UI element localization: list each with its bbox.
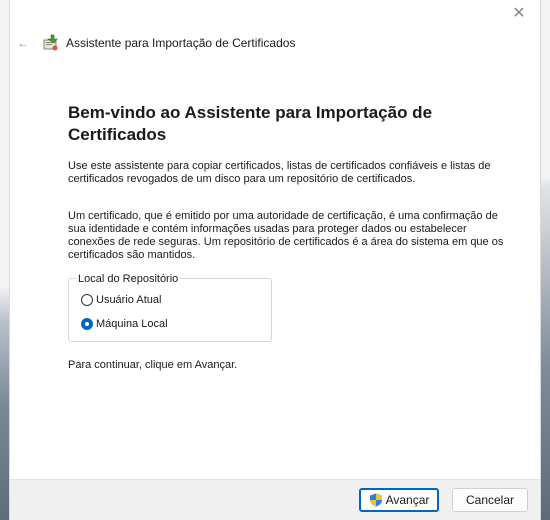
desktop-background-right — [540, 0, 550, 520]
wizard-footer: Avançar Cancelar — [10, 479, 540, 520]
close-icon: ✕ — [512, 5, 526, 22]
close-button[interactable]: ✕ — [508, 4, 530, 22]
next-button[interactable]: Avançar — [359, 488, 439, 512]
intro-paragraph: Use este assistente para copiar certific… — [68, 160, 491, 185]
cancel-button-label: Cancelar — [465, 493, 515, 507]
continue-instruction: Para continuar, clique em Avançar. — [68, 359, 238, 371]
next-button-label: Avançar — [385, 493, 430, 507]
window-title: Assistente para Importação de Certificad… — [66, 36, 296, 50]
store-location-group: Local do Repositório Usuário Atual Máqui… — [68, 273, 272, 342]
radio-current-user[interactable]: Usuário Atual — [81, 294, 161, 306]
page-title: Bem-vindo ao Assistente para Importação … — [68, 103, 433, 144]
cancel-button[interactable]: Cancelar — [452, 488, 528, 512]
radio-button-selected[interactable] — [81, 318, 93, 330]
certificate-description-paragraph: Um certificado, que é emitido por uma au… — [68, 210, 504, 261]
wizard-header: ← Assistente para Importação de Certific… — [10, 28, 540, 58]
radio-local-machine[interactable]: Máquina Local — [81, 318, 168, 330]
back-arrow-icon: ← — [17, 36, 29, 50]
radio-label: Máquina Local — [96, 318, 168, 330]
desktop-background-left — [0, 0, 10, 520]
wizard-content: Bem-vindo ao Assistente para Importação … — [68, 102, 508, 371]
uac-shield-icon — [369, 493, 382, 507]
radio-button[interactable] — [81, 294, 93, 306]
back-button[interactable]: ← — [14, 34, 32, 52]
radio-label: Usuário Atual — [96, 294, 162, 306]
certificate-import-icon — [43, 34, 58, 51]
certificate-import-wizard-window: ✕ ← Assistente para Importação de Certif… — [10, 0, 540, 520]
store-location-legend: Local do Repositório — [76, 273, 181, 285]
